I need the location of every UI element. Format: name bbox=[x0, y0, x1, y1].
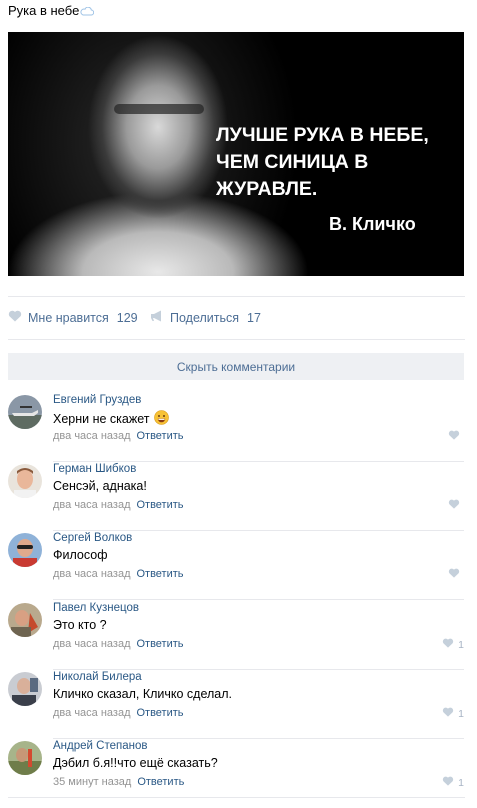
reply-button[interactable]: Ответить bbox=[136, 638, 183, 650]
comment-author[interactable]: Николай Билера bbox=[53, 671, 142, 683]
smile-emoji-icon bbox=[153, 410, 169, 428]
heart-icon bbox=[448, 568, 464, 581]
comment-text: Херни не скажет bbox=[53, 410, 169, 428]
avatar[interactable] bbox=[8, 533, 42, 567]
post-text: Рука в небе bbox=[8, 3, 95, 20]
quote-line-3: ЖУРАВЛЕ. bbox=[216, 178, 318, 200]
comment-text: Дэбил б.я!!что ещё сказать? bbox=[53, 756, 218, 770]
heart-icon bbox=[442, 638, 458, 651]
comment-text: Философ bbox=[53, 548, 108, 562]
quote-author: В. Кличко bbox=[329, 214, 416, 234]
quote-line-1: ЛУЧШЕ РУКА В НЕБЕ, bbox=[216, 124, 429, 146]
comment-author[interactable]: Евгений Груздев bbox=[53, 394, 141, 406]
comment-text: Сенсэй, аднака! bbox=[53, 479, 147, 493]
comment-time[interactable]: 35 минут назад bbox=[53, 776, 131, 788]
hide-comments-button[interactable]: Скрыть комментарии bbox=[8, 353, 464, 380]
reply-button[interactable]: Ответить bbox=[136, 568, 183, 580]
like-button[interactable]: Мне нравится 129 bbox=[8, 310, 138, 325]
heart-icon bbox=[442, 776, 458, 789]
like-count: 129 bbox=[116, 310, 138, 325]
comment-author[interactable]: Герман Шибков bbox=[53, 463, 136, 475]
like-label: Мне нравится bbox=[28, 310, 109, 325]
comment: Павел Кузнецов Это кто ? два часа назад О… bbox=[8, 601, 464, 670]
comment-author[interactable]: Андрей Степанов bbox=[53, 740, 147, 752]
portrait-shade bbox=[114, 104, 204, 114]
comment-text-label: Херни не скажет bbox=[53, 412, 150, 426]
hide-comments-label: Скрыть комментарии bbox=[176, 359, 296, 374]
comment-time[interactable]: два часа назад bbox=[53, 499, 130, 511]
comment-meta: два часа назад Ответить bbox=[53, 430, 184, 442]
comment: Сергей Волков Философ два часа назад Отве… bbox=[8, 531, 464, 600]
image-quote: ЛУЧШЕ РУКА В НЕБЕ, ЧЕМ СИНИЦА В ЖУРАВЛЕ. bbox=[216, 122, 456, 203]
reply-button[interactable]: Ответить bbox=[136, 707, 183, 719]
comment-divider bbox=[53, 599, 464, 600]
reply-button[interactable]: Ответить bbox=[136, 499, 183, 511]
cloud-icon bbox=[80, 4, 95, 20]
comment-text: Это кто ? bbox=[53, 618, 107, 632]
comment: Евгений Груздев Херни не скажет два часа… bbox=[8, 393, 464, 462]
comment-meta: два часа назад Ответить bbox=[53, 707, 184, 719]
heart-icon bbox=[448, 499, 464, 512]
comment-like-button[interactable]: 1 bbox=[442, 638, 464, 651]
megaphone-icon bbox=[150, 310, 170, 325]
avatar[interactable] bbox=[8, 395, 42, 429]
reply-button[interactable]: Ответить bbox=[137, 776, 184, 788]
avatar[interactable] bbox=[8, 603, 42, 637]
quote-line-2: ЧЕМ СИНИЦА В bbox=[216, 151, 369, 173]
comment-meta: два часа назад Ответить bbox=[53, 499, 184, 511]
avatar[interactable] bbox=[8, 672, 42, 706]
share-label: Поделиться bbox=[170, 310, 240, 325]
comment-text: Кличко сказал, Кличко сделал. bbox=[53, 687, 233, 701]
comment-author[interactable]: Сергей Волков bbox=[53, 532, 132, 544]
comment: Герман Шибков Сенсэй, аднака! два часа н… bbox=[8, 462, 464, 531]
post-image[interactable]: ЛУЧШЕ РУКА В НЕБЕ, ЧЕМ СИНИЦА В ЖУРАВЛЕ.… bbox=[8, 32, 464, 276]
comment-like-button[interactable]: 1 bbox=[442, 776, 464, 789]
comment-like-button[interactable] bbox=[448, 499, 464, 512]
comment-like-count: 1 bbox=[458, 638, 464, 651]
comment-like-button[interactable] bbox=[448, 430, 464, 443]
comment-time[interactable]: два часа назад bbox=[53, 568, 130, 580]
comment-meta: два часа назад Ответить bbox=[53, 568, 184, 580]
comment-time[interactable]: два часа назад bbox=[53, 430, 130, 442]
avatar[interactable] bbox=[8, 741, 42, 775]
comment-time[interactable]: два часа назад bbox=[53, 707, 130, 719]
comment-meta: 35 минут назад Ответить bbox=[53, 776, 184, 788]
post-text-label: Рука в небе bbox=[8, 3, 80, 18]
share-count: 17 bbox=[247, 310, 261, 325]
avatar[interactable] bbox=[8, 464, 42, 498]
heart-icon bbox=[8, 310, 28, 325]
divider bbox=[8, 296, 465, 297]
comment-like-count: 1 bbox=[458, 707, 464, 720]
divider bbox=[8, 797, 465, 798]
divider bbox=[8, 339, 465, 340]
heart-icon bbox=[448, 430, 464, 443]
comment: Николай Билера Кличко сказал, Кличко сде… bbox=[8, 670, 464, 739]
reply-button[interactable]: Ответить bbox=[136, 430, 183, 442]
heart-icon bbox=[442, 707, 458, 720]
comment-like-count: 1 bbox=[458, 776, 464, 789]
comment-author[interactable]: Павел Кузнецов bbox=[53, 602, 139, 614]
comment-like-button[interactable]: 1 bbox=[442, 707, 464, 720]
share-button[interactable]: Поделиться 17 bbox=[150, 310, 261, 325]
comment-time[interactable]: два часа назад bbox=[53, 638, 130, 650]
comment-like-button[interactable] bbox=[448, 568, 464, 581]
comment-meta: два часа назад Ответить bbox=[53, 638, 184, 650]
